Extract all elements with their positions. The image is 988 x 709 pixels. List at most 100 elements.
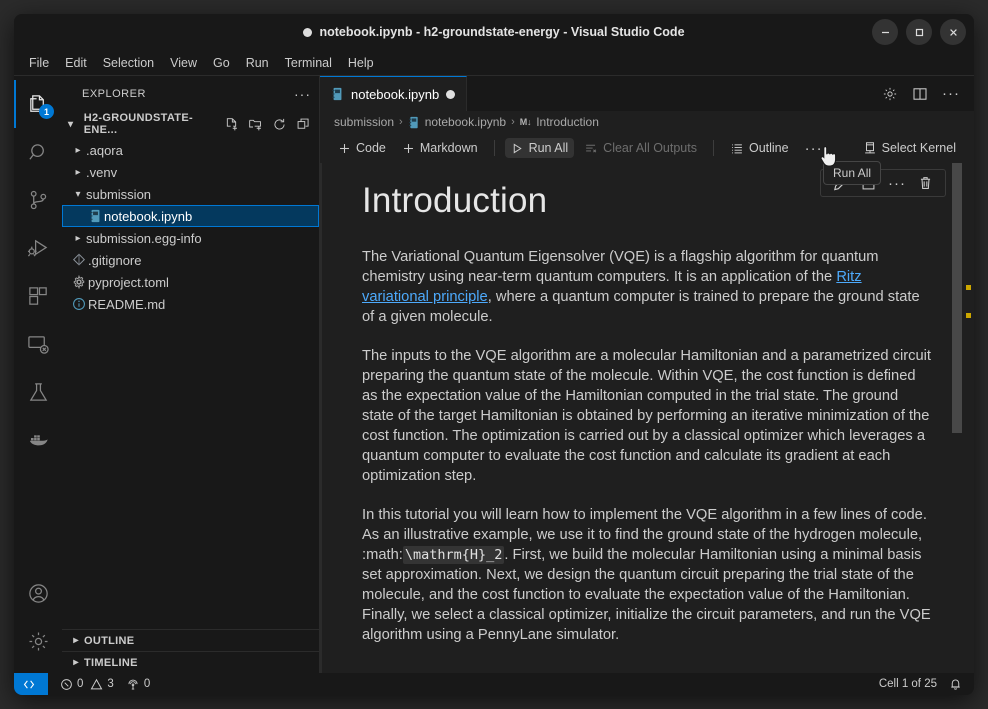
- run-all-tooltip: Run All: [823, 161, 882, 185]
- chevron-down-icon: ▾: [75, 188, 81, 200]
- file-tree: ▸ .aqora ▸ .venv ▾ submission notebook.i…: [62, 137, 319, 629]
- add-code-cell-label: Code: [356, 141, 386, 155]
- warning-marker: [966, 313, 971, 318]
- activity-remote-explorer-icon[interactable]: [14, 320, 62, 368]
- breadcrumb: submission › notebook.ipynb › M↓ Introdu…: [320, 111, 974, 133]
- close-button[interactable]: [940, 19, 966, 45]
- clear-all-outputs-button[interactable]: Clear All Outputs: [578, 138, 703, 158]
- delete-cell-icon[interactable]: [918, 175, 933, 191]
- panel-timeline-label: TIMELINE: [84, 656, 138, 669]
- remote-indicator[interactable]: [14, 673, 48, 695]
- breadcrumb-notebook-icon: [408, 116, 420, 129]
- add-code-cell-button[interactable]: Code: [332, 138, 392, 158]
- workspace-folder-row[interactable]: ▾ H2-GROUNDSTATE-ENE...: [62, 111, 319, 137]
- editor-more-actions-icon[interactable]: ···: [942, 86, 960, 101]
- menu-terminal[interactable]: Terminal: [278, 53, 339, 73]
- new-file-icon[interactable]: [224, 117, 239, 132]
- activity-testing-icon[interactable]: [14, 368, 62, 416]
- cell-position-status[interactable]: Cell 1 of 25: [873, 678, 943, 690]
- activity-run-debug-icon[interactable]: [14, 224, 62, 272]
- toolbar-separator: [712, 140, 714, 156]
- tree-row-venv[interactable]: ▸ .venv: [62, 161, 319, 183]
- ports-status[interactable]: 0: [120, 678, 156, 691]
- tab-dirty-indicator-icon[interactable]: [446, 89, 456, 99]
- tree-row-notebook-ipynb[interactable]: notebook.ipynb: [62, 205, 319, 227]
- breadcrumb-item-file[interactable]: notebook.ipynb: [425, 115, 506, 129]
- minimize-button[interactable]: [872, 19, 898, 45]
- activity-extensions-icon[interactable]: [14, 272, 62, 320]
- notebook-file-icon: [86, 209, 104, 223]
- vertical-scrollbar[interactable]: [952, 163, 962, 433]
- tab-label: notebook.ipynb: [351, 86, 440, 102]
- problems-status[interactable]: 0 3: [54, 678, 120, 691]
- status-bar-right: Cell 1 of 25: [873, 677, 974, 691]
- window-title: notebook.ipynb - h2-groundstate-energy -…: [319, 25, 685, 39]
- activity-search-icon[interactable]: [14, 128, 62, 176]
- chevron-right-icon: ›: [399, 116, 403, 128]
- tree-row-pyproject-toml[interactable]: pyproject.toml: [62, 271, 319, 293]
- panel-outline[interactable]: ▸ OUTLINE: [62, 629, 319, 651]
- menu-view[interactable]: View: [163, 53, 204, 73]
- more-cell-actions-icon[interactable]: ···: [888, 176, 906, 191]
- tree-row-readme-md[interactable]: README.md: [62, 293, 319, 315]
- run-all-button[interactable]: Run All: [504, 138, 575, 158]
- workspace-folder-name: H2-GROUNDSTATE-ENE...: [83, 112, 193, 136]
- notebook-tab-icon: [331, 87, 344, 101]
- tree-row-gitignore[interactable]: .gitignore: [62, 249, 319, 271]
- paragraph-3: In this tutorial you will learn how to i…: [362, 505, 932, 645]
- menu-file[interactable]: File: [22, 53, 56, 73]
- editor-tabs: notebook.ipynb ···: [320, 76, 974, 111]
- notifications-bell-icon[interactable]: [943, 677, 974, 691]
- notebook-more-actions-icon[interactable]: ···: [799, 137, 829, 160]
- explorer-more-actions-icon[interactable]: ···: [294, 86, 311, 102]
- new-folder-icon[interactable]: [248, 117, 263, 132]
- explorer-sidebar: EXPLORER ··· ▾ H2-GROUNDSTATE-ENE... ▸ .…: [62, 76, 320, 673]
- activity-settings-gear-icon[interactable]: [14, 617, 62, 665]
- add-markdown-cell-button[interactable]: Markdown: [396, 138, 484, 158]
- activity-source-control-icon[interactable]: [14, 176, 62, 224]
- chevron-right-icon: ▸: [75, 144, 81, 156]
- panel-timeline[interactable]: ▸ TIMELINE: [62, 651, 319, 673]
- tree-label: submission: [86, 186, 152, 202]
- vscode-window: notebook.ipynb - h2-groundstate-energy -…: [14, 14, 974, 695]
- menu-edit[interactable]: Edit: [58, 53, 94, 73]
- chevron-right-icon: ▸: [75, 232, 81, 244]
- notebook-content: ··· Introduction The Variational Quantum…: [320, 163, 974, 673]
- refresh-explorer-icon[interactable]: [272, 117, 287, 132]
- add-markdown-cell-label: Markdown: [419, 141, 478, 155]
- activity-docker-icon[interactable]: [14, 416, 62, 464]
- tree-row-submission[interactable]: ▾ submission: [62, 183, 319, 205]
- tree-row-submission-egg-info[interactable]: ▸ submission.egg-info: [62, 227, 319, 249]
- paragraph-1: The Variational Quantum Eigensolver (VQE…: [362, 247, 932, 327]
- breadcrumb-item-folder[interactable]: submission: [334, 115, 394, 129]
- menu-bar: File Edit Selection View Go Run Terminal…: [14, 50, 974, 76]
- collapse-folders-icon[interactable]: [296, 117, 311, 132]
- paragraph-1-text-before: The Variational Quantum Eigensolver (VQE…: [362, 249, 879, 285]
- toolbar-separator: [493, 140, 495, 156]
- tree-row-aqora[interactable]: ▸ .aqora: [62, 139, 319, 161]
- explorer-header: EXPLORER ···: [62, 76, 319, 111]
- activity-bar: 1: [14, 76, 62, 673]
- menu-help[interactable]: Help: [341, 53, 381, 73]
- panel-outline-label: OUTLINE: [84, 634, 135, 647]
- outline-button[interactable]: Outline: [724, 138, 795, 158]
- notebook-settings-gear-icon[interactable]: [882, 86, 898, 102]
- markdown-cell[interactable]: Introduction The Variational Quantum Eig…: [322, 163, 974, 645]
- split-editor-icon[interactable]: [912, 86, 928, 102]
- menu-selection[interactable]: Selection: [96, 53, 161, 73]
- select-kernel-button[interactable]: Select Kernel: [857, 138, 962, 158]
- chevron-right-icon: ▸: [73, 635, 79, 646]
- activity-accounts-icon[interactable]: [14, 569, 62, 617]
- editor-group: notebook.ipynb ··· submission › notebook…: [320, 76, 974, 673]
- explorer-badge: 1: [39, 104, 54, 119]
- breadcrumb-item-cell[interactable]: Introduction: [536, 115, 599, 129]
- menu-run[interactable]: Run: [239, 53, 276, 73]
- editor-tab-actions: ···: [882, 76, 974, 111]
- overview-ruler: [962, 163, 974, 673]
- activity-explorer-icon[interactable]: 1: [14, 80, 62, 128]
- menu-go[interactable]: Go: [206, 53, 237, 73]
- notebook-toolbar: Code Markdown Run All Clear All Outputs …: [320, 133, 974, 185]
- tab-notebook-ipynb[interactable]: notebook.ipynb: [320, 76, 468, 111]
- maximize-button[interactable]: [906, 19, 932, 45]
- sidebar-bottom-panels: ▸ OUTLINE ▸ TIMELINE: [62, 629, 319, 673]
